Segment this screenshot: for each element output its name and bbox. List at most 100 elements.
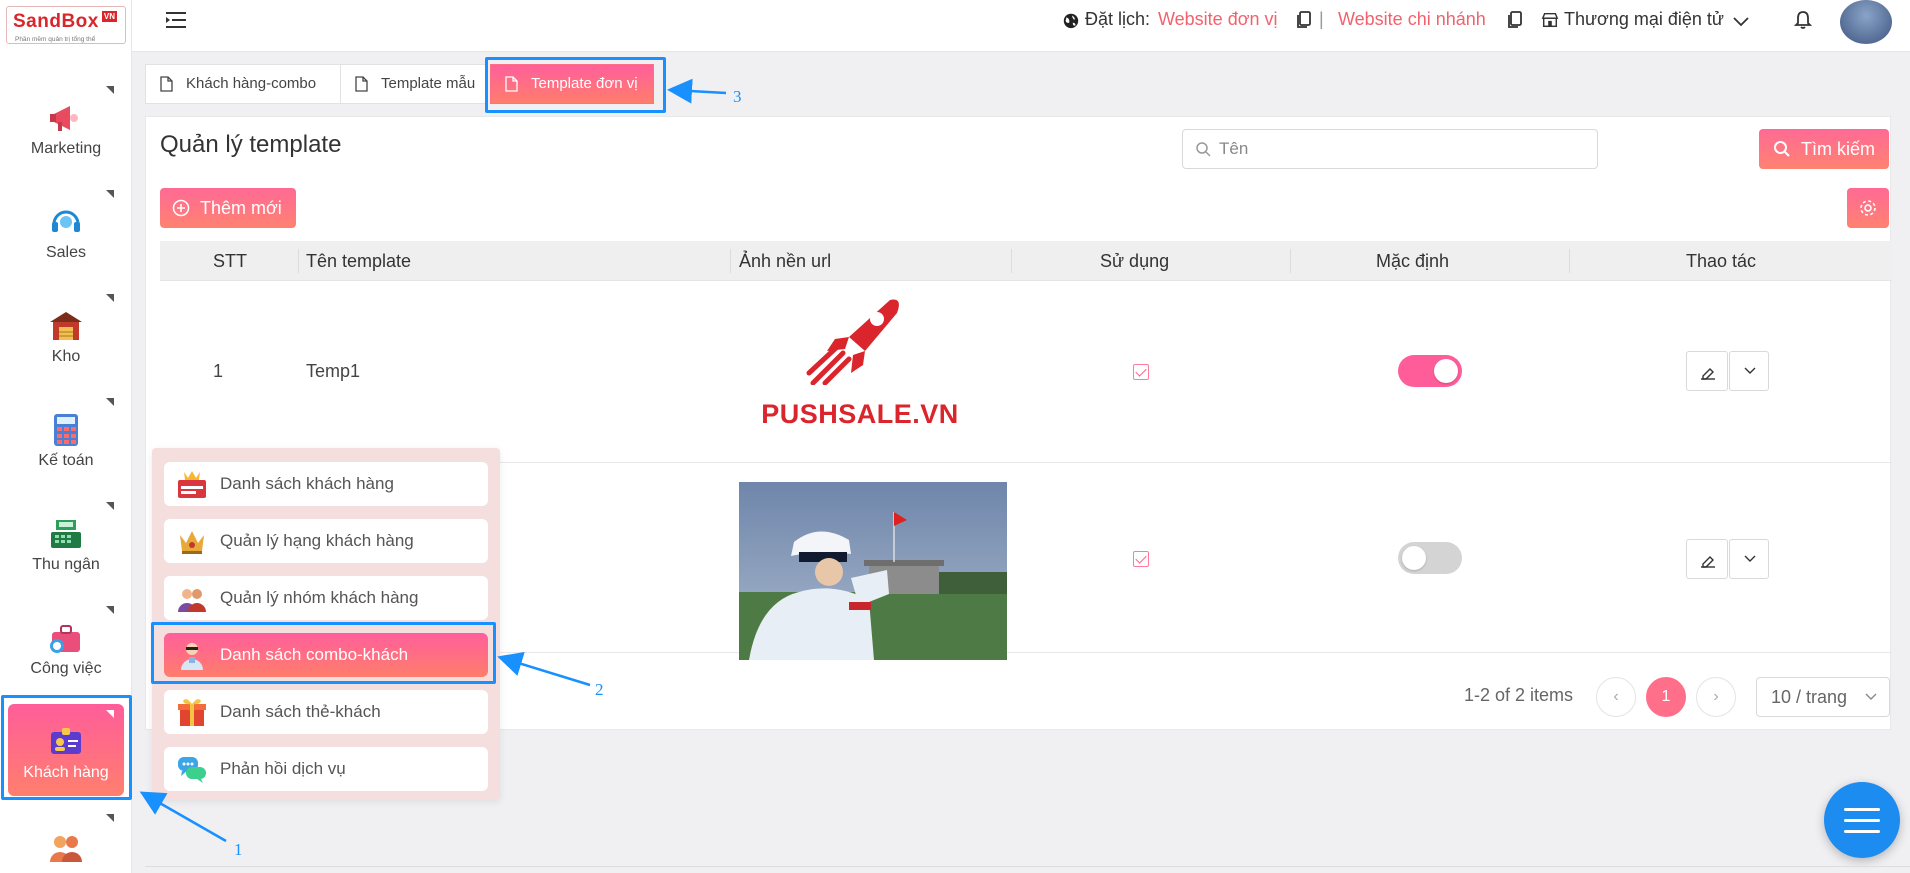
submenu-item-customer-rank[interactable]: Quản lý hạng khách hàng xyxy=(164,519,488,563)
warehouse-icon xyxy=(50,312,82,340)
submenu-item-service-feedback[interactable]: Phản hồi dịch vụ xyxy=(164,747,488,791)
store-type-select[interactable]: Thương mại điện tử xyxy=(1564,9,1724,30)
col-template-name: Tên template xyxy=(306,251,412,271)
edit-button[interactable] xyxy=(1686,351,1728,391)
annotation-number-2: 2 xyxy=(595,680,604,699)
table-settings-button[interactable] xyxy=(1847,188,1889,228)
page-size-select[interactable]: 10 / trang xyxy=(1756,677,1890,717)
website-branch-link[interactable]: Website chi nhánh xyxy=(1338,9,1486,30)
submenu-item-combo-customer[interactable]: Danh sách combo-khách xyxy=(164,633,488,677)
edit-icon xyxy=(1701,556,1715,568)
user-avatar[interactable] xyxy=(1840,0,1892,44)
sidebar-item-ke-toan[interactable]: Kế toán xyxy=(8,392,124,484)
template-background-photo xyxy=(739,482,1007,660)
search-button-label: Tìm kiếm xyxy=(1801,139,1875,159)
copy-icon[interactable] xyxy=(1506,10,1524,30)
search-field[interactable] xyxy=(1182,129,1598,169)
page-title: Quản lý template xyxy=(160,131,342,158)
fab-bar xyxy=(1844,830,1880,833)
in-use-checkbox[interactable] xyxy=(1133,364,1149,380)
sidebar-item-more[interactable] xyxy=(8,808,124,873)
tab-template-don-vi[interactable]: Template đơn vị xyxy=(490,64,654,104)
column-divider xyxy=(1011,249,1012,273)
page-number-1[interactable]: 1 xyxy=(1646,677,1686,717)
submenu-item-label: Danh sách combo-khách xyxy=(220,645,409,664)
sidebar-item-label: Khách hàng xyxy=(23,764,109,781)
globe-icon xyxy=(1063,13,1079,29)
prev-page-button[interactable]: ‹ xyxy=(1596,677,1636,717)
column-divider xyxy=(1569,249,1570,273)
sidebar: SandBox VN Phần mềm quản trị tổng thể Ma… xyxy=(0,0,132,873)
tab-label: Template mẫu xyxy=(381,75,476,92)
menu-toggle-icon[interactable] xyxy=(166,10,190,30)
search-icon xyxy=(1774,141,1790,157)
default-toggle[interactable] xyxy=(1398,542,1462,574)
megaphone-icon xyxy=(50,106,78,131)
tab-khach-hang-combo[interactable]: Khách hàng-combo xyxy=(145,64,341,104)
expand-caret-icon xyxy=(106,502,114,510)
search-button[interactable]: Tìm kiếm xyxy=(1759,129,1889,169)
col-background-url: Ảnh nền url xyxy=(739,251,832,271)
file-icon xyxy=(505,76,518,92)
logo-tagline: Phần mềm quản trị tổng thể xyxy=(15,36,96,43)
expand-caret-icon xyxy=(106,190,114,198)
column-divider xyxy=(298,249,299,273)
tab-label: Template đơn vị xyxy=(531,75,638,92)
sandbox-logo[interactable]: SandBox VN Phần mềm quản trị tổng thể xyxy=(6,6,126,44)
submenu-item-label: Phản hồi dịch vụ xyxy=(220,759,346,778)
submenu-item-customer-group[interactable]: Quản lý nhóm khách hàng xyxy=(164,576,488,620)
more-actions-dropdown[interactable] xyxy=(1729,539,1769,579)
website-unit-link[interactable]: Website đơn vị xyxy=(1158,9,1278,30)
in-use-checkbox[interactable] xyxy=(1133,551,1149,567)
tab-template-mau[interactable]: Template mẫu xyxy=(340,64,487,104)
sidebar-item-label: Kế toán xyxy=(38,452,94,469)
next-page-button[interactable]: › xyxy=(1696,677,1736,717)
default-toggle[interactable] xyxy=(1398,355,1462,387)
sidebar-item-kho[interactable]: Kho xyxy=(8,288,124,380)
row-stt: 1 xyxy=(213,361,224,381)
annotation-number-1: 1 xyxy=(234,840,243,859)
sidebar-item-khach-hang[interactable]: Khách hàng xyxy=(8,704,124,796)
app-root: SandBox VN Phần mềm quản trị tổng thể Ma… xyxy=(0,0,1910,873)
submenu-item-customer-card[interactable]: Danh sách thẻ-khách xyxy=(164,690,488,734)
table-row: 1 Temp1 PUSHSALE.VN xyxy=(160,281,1892,463)
chevron-down-icon xyxy=(1744,367,1756,374)
copy-icon[interactable] xyxy=(1295,10,1313,30)
briefcase-icon xyxy=(50,625,80,653)
schedule-label: Đặt lịch: xyxy=(1085,9,1151,29)
sidebar-item-marketing[interactable]: Marketing xyxy=(8,80,124,172)
add-new-button[interactable]: Thêm mới xyxy=(160,188,296,228)
topbar-separator: | xyxy=(1319,9,1324,29)
sidebar-item-cong-viec[interactable]: Công việc xyxy=(8,600,124,692)
row-template-name: Temp1 xyxy=(306,361,361,381)
id-card-icon xyxy=(51,728,81,754)
col-stt: STT xyxy=(213,251,247,271)
edit-button[interactable] xyxy=(1686,539,1728,579)
fab-bar xyxy=(1844,819,1880,822)
submenu-item-label: Danh sách khách hàng xyxy=(220,474,394,493)
submenu-item-label: Quản lý hạng khách hàng xyxy=(220,531,414,550)
sidebar-item-label: Thu ngân xyxy=(32,556,100,573)
expand-caret-icon xyxy=(106,606,114,614)
sidebar-item-sales[interactable]: Sales xyxy=(8,184,124,276)
toggle-knob xyxy=(1434,359,1458,383)
more-actions-dropdown[interactable] xyxy=(1729,351,1769,391)
people-icon xyxy=(50,836,82,862)
submenu-item-customer-list[interactable]: Danh sách khách hàng xyxy=(164,462,488,506)
col-default: Mặc định xyxy=(1376,251,1450,271)
submenu-item-label: Quản lý nhóm khách hàng xyxy=(220,588,419,607)
chevron-down-icon xyxy=(1744,555,1756,562)
toggle-knob xyxy=(1402,546,1426,570)
col-actions: Thao tác xyxy=(1686,251,1757,271)
tab-label: Khách hàng-combo xyxy=(186,75,317,92)
floating-menu-button[interactable] xyxy=(1824,782,1900,858)
chevron-down-icon[interactable] xyxy=(1732,12,1750,32)
topbar: Đặt lịch: Website đơn vị | Website chi n… xyxy=(132,0,1910,52)
cash-register-icon xyxy=(51,520,81,548)
file-icon xyxy=(355,76,368,92)
footer-divider xyxy=(145,866,1910,867)
sidebar-item-thu-ngan[interactable]: Thu ngân xyxy=(8,496,124,588)
search-input[interactable] xyxy=(1219,136,1579,162)
bell-icon[interactable] xyxy=(1794,10,1812,30)
logo-brand: SandBox xyxy=(13,11,99,32)
